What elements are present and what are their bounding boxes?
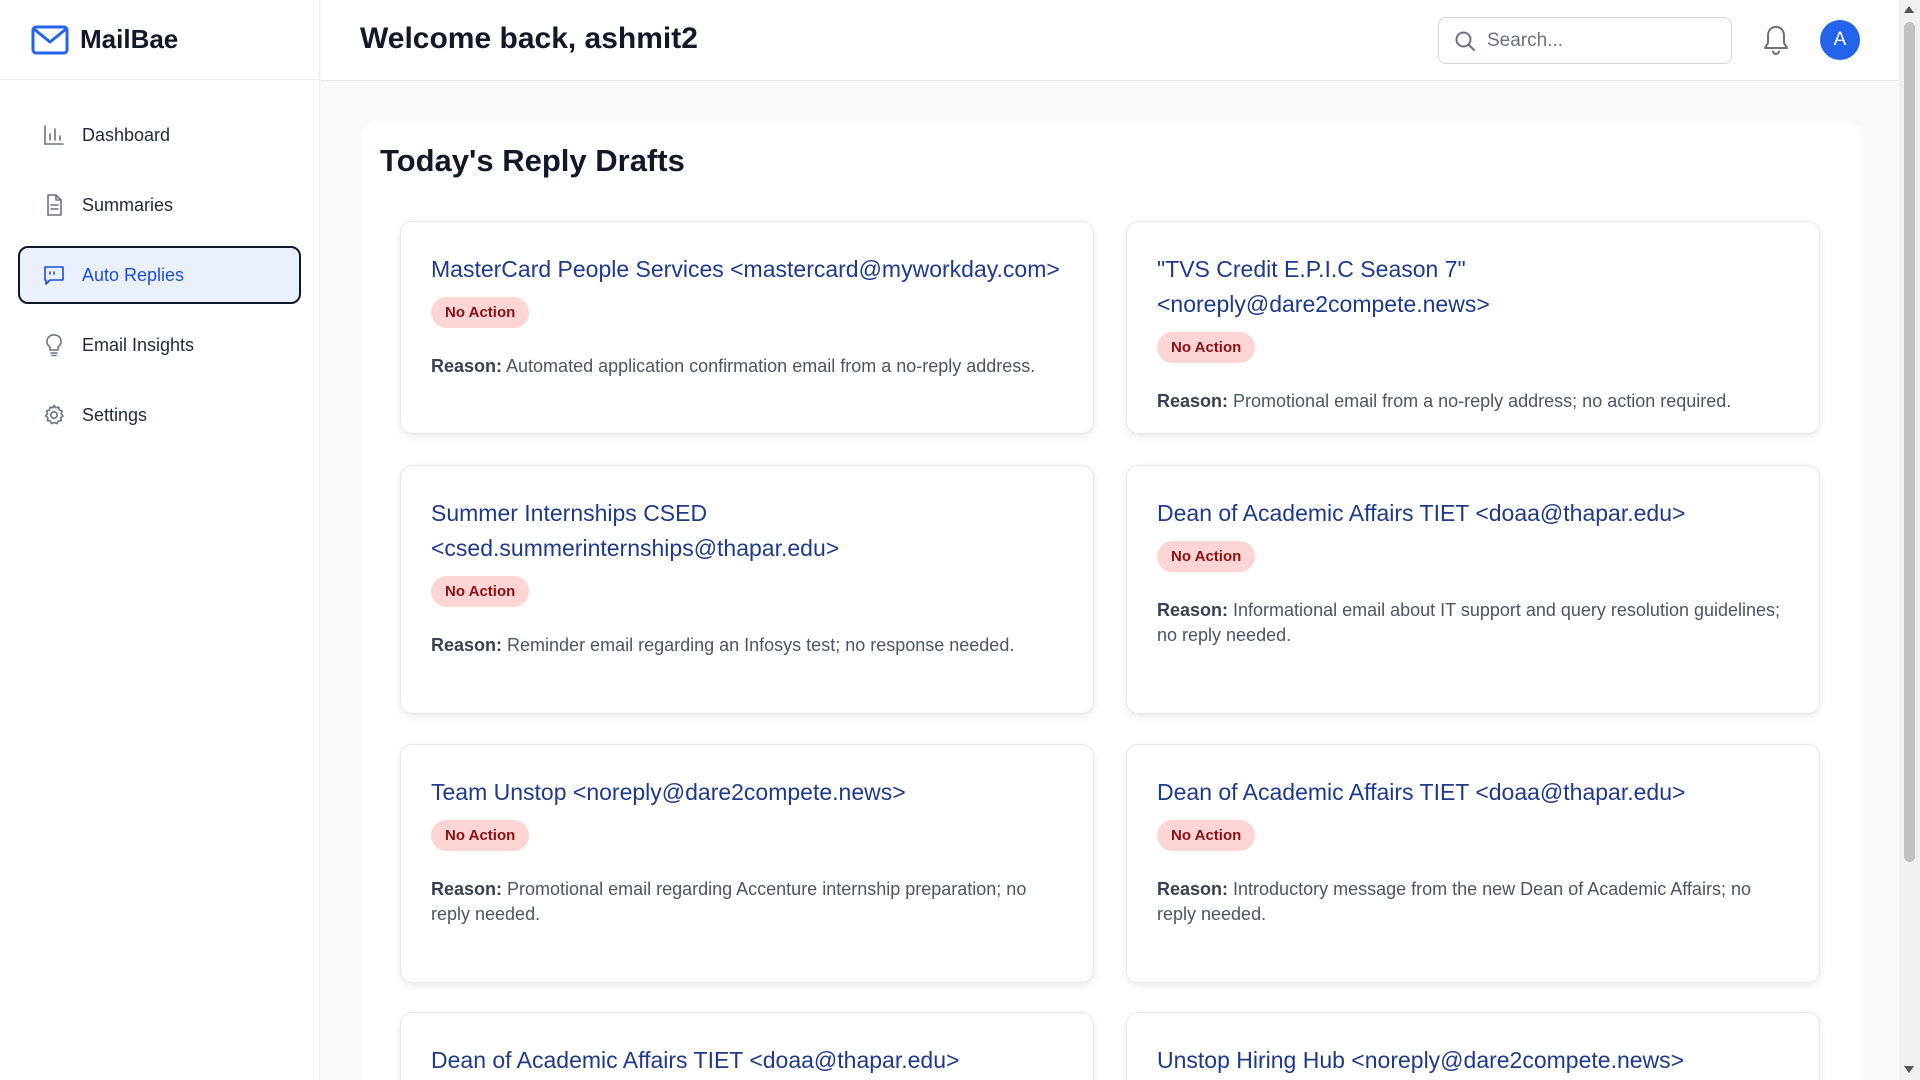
status-badge: No Action [1157, 541, 1256, 572]
reply-draft-card[interactable]: Team Unstop <noreply@dare2compete.news> … [400, 744, 1094, 983]
sidebar-nav: Dashboard Summaries Auto Replies Email I… [0, 80, 319, 444]
section-title: Today's Reply Drafts [380, 143, 685, 178]
reason-label: Reason: [1157, 879, 1229, 899]
reply-draft-card[interactable]: Dean of Academic Affairs TIET <doaa@thap… [400, 1012, 1094, 1080]
message-reply-icon [44, 266, 64, 285]
sidebar-item-settings[interactable]: Settings [18, 386, 301, 444]
brand[interactable]: MailBae [0, 0, 319, 80]
gear-icon [44, 404, 64, 425]
reason-text: Introductory message from the new Dean o… [1157, 879, 1751, 924]
status-badge: No Action [431, 297, 530, 328]
sidebar-item-label: Dashboard [82, 124, 171, 145]
reply-draft-card[interactable]: "TVS Credit E.P.I.C Season 7" <noreply@d… [1126, 221, 1820, 434]
card-reason: Reason: Promotional email from a no-repl… [1157, 389, 1789, 414]
page-scrollbar[interactable] [1899, 0, 1920, 1080]
sidebar-item-auto-replies[interactable]: Auto Replies [18, 246, 301, 304]
mail-icon [31, 25, 69, 54]
reason-text: Informational email about IT support and… [1157, 600, 1781, 645]
reason-text: Automated application confirmation email… [506, 356, 1036, 376]
reply-draft-card[interactable]: Unstop Hiring Hub <noreply@dare2compete.… [1126, 1012, 1820, 1080]
reason-label: Reason: [431, 879, 503, 899]
top-header: Welcome back, ashmit2 A [321, 0, 1899, 81]
scroll-up-arrow-icon[interactable] [1904, 6, 1914, 13]
status-badge: No Action [1157, 820, 1256, 851]
document-icon [47, 194, 62, 216]
search-box[interactable] [1438, 17, 1732, 64]
card-sender[interactable]: "TVS Credit E.P.I.C Season 7" <noreply@d… [1157, 252, 1789, 322]
reply-draft-card[interactable]: MasterCard People Services <mastercard@m… [400, 221, 1094, 434]
card-reason: Reason: Promotional email regarding Acce… [431, 877, 1063, 927]
app-name: MailBae [80, 24, 179, 54]
sidebar: MailBae Dashboard Summaries Auto Replies… [0, 0, 320, 1080]
page-title: Welcome back, ashmit2 [360, 22, 698, 55]
reply-draft-card[interactable]: Dean of Academic Affairs TIET <doaa@thap… [1126, 744, 1820, 983]
card-sender[interactable]: Team Unstop <noreply@dare2compete.news> [431, 775, 1063, 810]
avatar[interactable]: A [1820, 20, 1860, 60]
card-reason: Reason: Introductory message from the ne… [1157, 877, 1789, 927]
reason-text: Reminder email regarding an Infosys test… [507, 635, 1015, 655]
card-reason: Reason: Informational email about IT sup… [1157, 598, 1789, 648]
card-reason: Reason: Automated application confirmati… [431, 354, 1063, 379]
status-badge: No Action [431, 576, 530, 607]
card-sender[interactable]: Unstop Hiring Hub <noreply@dare2compete.… [1157, 1043, 1789, 1078]
card-sender[interactable]: MasterCard People Services <mastercard@m… [431, 252, 1063, 287]
sidebar-item-label: Summaries [82, 194, 174, 215]
search-icon [1455, 31, 1475, 51]
sidebar-item-label: Settings [82, 404, 148, 425]
reply-draft-card[interactable]: Dean of Academic Affairs TIET <doaa@thap… [1126, 465, 1820, 714]
sidebar-item-email-insights[interactable]: Email Insights [18, 316, 301, 374]
scrollbar-thumb[interactable] [1904, 22, 1915, 862]
reason-text: Promotional email regarding Accenture in… [431, 879, 1027, 924]
sidebar-item-summaries[interactable]: Summaries [18, 176, 301, 234]
sidebar-item-label: Auto Replies [82, 264, 185, 285]
search-input[interactable] [1487, 29, 1717, 52]
reason-label: Reason: [431, 635, 503, 655]
bar-chart-icon [44, 125, 64, 145]
status-badge: No Action [1157, 332, 1256, 363]
card-sender[interactable]: Dean of Academic Affairs TIET <doaa@thap… [431, 1043, 1063, 1078]
sidebar-item-label: Email Insights [82, 334, 195, 355]
card-sender[interactable]: Summer Internships CSED <csed.summerinte… [431, 496, 1063, 566]
status-badge: No Action [431, 820, 530, 851]
reason-label: Reason: [431, 356, 503, 376]
bell-icon[interactable] [1761, 24, 1791, 56]
card-sender[interactable]: Dean of Academic Affairs TIET <doaa@thap… [1157, 496, 1789, 531]
reason-label: Reason: [1157, 391, 1229, 411]
reason-text: Promotional email from a no-reply addres… [1233, 391, 1732, 411]
sidebar-item-dashboard[interactable]: Dashboard [18, 106, 301, 164]
card-sender[interactable]: Dean of Academic Affairs TIET <doaa@thap… [1157, 775, 1789, 810]
reply-drafts-panel: Today's Reply Drafts MasterCard People S… [361, 121, 1861, 1080]
scroll-down-arrow-icon[interactable] [1904, 1066, 1914, 1073]
card-reason: Reason: Reminder email regarding an Info… [431, 633, 1063, 658]
reason-label: Reason: [1157, 600, 1229, 620]
lightbulb-icon [46, 334, 62, 357]
reply-draft-card[interactable]: Summer Internships CSED <csed.summerinte… [400, 465, 1094, 714]
